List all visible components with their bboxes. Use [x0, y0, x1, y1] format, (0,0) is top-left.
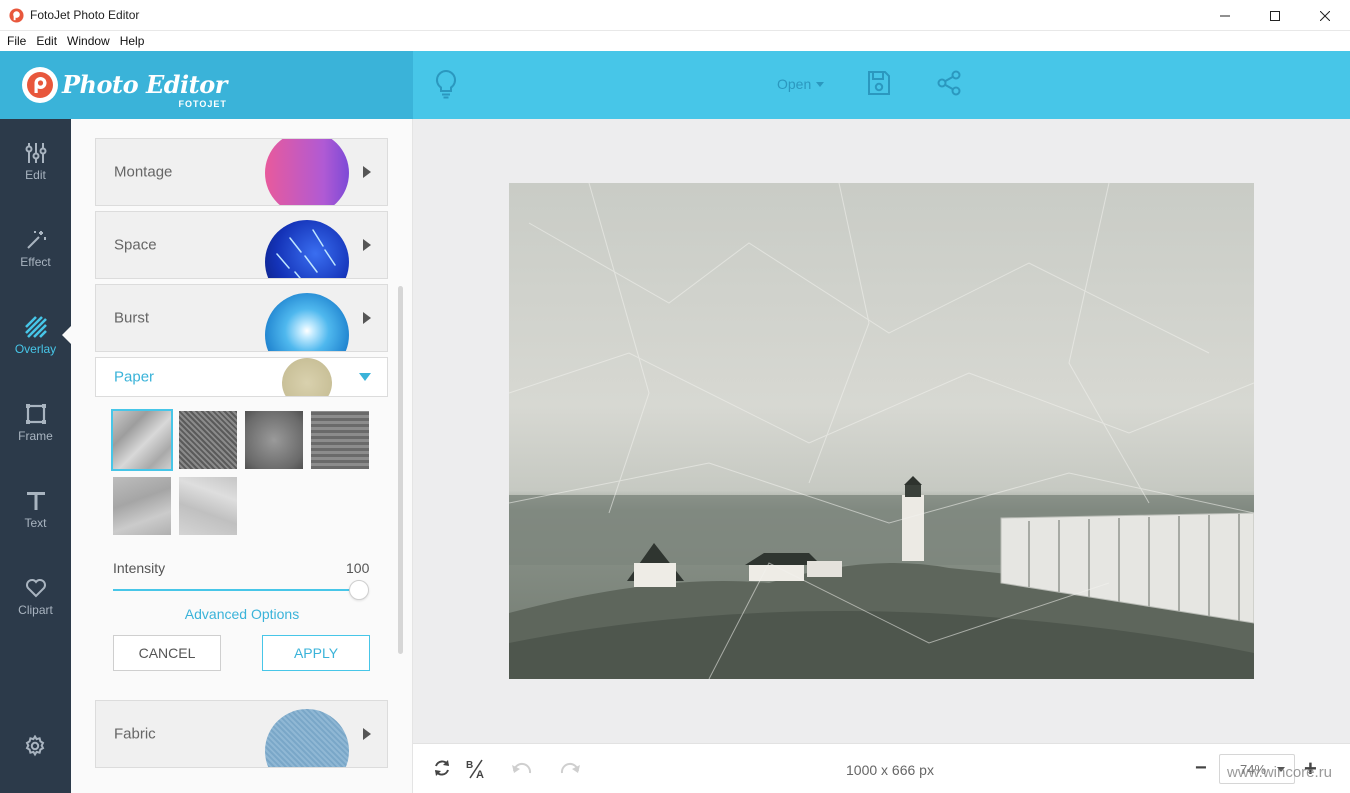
intensity-slider-fill	[113, 589, 361, 591]
zoom-out-button[interactable]: −	[1195, 757, 1207, 780]
watermark: www.wincore.ru	[1227, 764, 1333, 781]
save-icon[interactable]	[867, 70, 891, 96]
image-dimensions: 1000 x 666 px	[846, 762, 934, 778]
intensity-slider-handle[interactable]	[349, 580, 369, 600]
rail-item-clipart[interactable]: Clipart	[0, 562, 71, 632]
category-label: Space	[114, 236, 157, 254]
open-menu-button[interactable]: Open	[777, 76, 825, 92]
maximize-button[interactable]	[1250, 0, 1300, 31]
fabric-thumbnail	[265, 709, 349, 767]
rail-label-frame: Frame	[18, 429, 53, 443]
rail-label-effect: Effect	[20, 255, 51, 269]
app-icon	[9, 7, 24, 23]
compare-before-after-icon[interactable]: B A	[465, 758, 487, 780]
edited-photo[interactable]	[509, 183, 1254, 679]
paper-texture-5[interactable]	[113, 477, 171, 535]
category-montage[interactable]: Montage	[95, 138, 388, 206]
svg-text:B: B	[466, 760, 473, 771]
panel-scrollbar[interactable]	[398, 286, 403, 654]
menu-edit[interactable]: Edit	[31, 34, 62, 48]
apply-button[interactable]: APPLY	[262, 635, 370, 671]
advanced-options-link[interactable]: Advanced Options	[71, 606, 412, 622]
category-fabric[interactable]: Fabric	[95, 700, 388, 768]
status-bar: B A 1000 x 666 px − 74% + www.wincore.ru	[413, 743, 1350, 793]
rail-item-text[interactable]: Text	[0, 475, 71, 545]
rail-label-overlay: Overlay	[14, 342, 57, 356]
category-paper[interactable]: Paper	[95, 357, 388, 397]
close-button[interactable]	[1300, 0, 1350, 31]
intensity-slider-track[interactable]	[113, 589, 361, 591]
menu-bar: File Edit Window Help	[0, 31, 1350, 51]
logo-subtitle: FOTOJET	[178, 99, 227, 109]
lightbulb-icon[interactable]	[433, 69, 459, 99]
paper-texture-4[interactable]	[311, 411, 369, 469]
rail-item-frame[interactable]: Frame	[0, 388, 71, 458]
logo-title: Photo Editor	[62, 70, 227, 99]
maximize-icon	[1270, 10, 1280, 21]
paper-thumbnail	[282, 358, 332, 396]
menu-window[interactable]: Window	[62, 34, 115, 48]
burst-thumbnail	[265, 293, 349, 351]
chevron-down-icon	[816, 81, 825, 87]
canvas-workspace	[413, 119, 1350, 743]
space-thumbnail	[265, 220, 349, 278]
redo-icon[interactable]	[559, 761, 581, 777]
rail-label-text: Text	[24, 516, 47, 530]
collapse-arrow-icon	[359, 373, 371, 381]
paper-texture-2[interactable]	[179, 411, 237, 469]
menu-file[interactable]: File	[2, 34, 31, 48]
intensity-value: 100	[346, 560, 370, 576]
rail-item-overlay[interactable]: Overlay	[0, 301, 71, 371]
open-label: Open	[777, 76, 812, 92]
logo: Photo Editor FOTOJET	[0, 51, 413, 119]
paper-texture-6[interactable]	[179, 477, 237, 535]
sliders-icon	[25, 143, 46, 163]
rail-label-edit: Edit	[25, 168, 46, 182]
category-label: Fabric	[114, 725, 156, 743]
share-icon[interactable]	[936, 70, 962, 96]
cancel-button[interactable]: CANCEL	[113, 635, 221, 671]
paper-texture-3[interactable]	[245, 411, 303, 469]
rail-label-clipart: Clipart	[18, 603, 53, 617]
frame-icon	[25, 404, 46, 424]
montage-thumbnail	[265, 139, 349, 205]
minimize-button[interactable]	[1200, 0, 1250, 31]
rail-item-edit[interactable]: Edit	[0, 127, 71, 197]
category-burst[interactable]: Burst	[95, 284, 388, 352]
expand-arrow-icon	[363, 728, 371, 740]
tool-rail: Edit Effect Overlay Frame Text Clipart	[0, 119, 72, 793]
rail-item-effect[interactable]: Effect	[0, 214, 71, 284]
expand-arrow-icon	[363, 239, 371, 251]
expand-arrow-icon	[363, 312, 371, 324]
close-icon	[1320, 10, 1330, 21]
window-title: FotoJet Photo Editor	[30, 8, 140, 22]
gear-icon[interactable]	[24, 735, 46, 757]
category-label: Burst	[114, 309, 150, 327]
minimize-icon	[1220, 15, 1230, 16]
category-label: Montage	[114, 163, 173, 181]
paper-texture-1[interactable]	[111, 409, 173, 471]
text-icon	[26, 492, 45, 510]
undo-icon[interactable]	[511, 761, 533, 777]
app-header: Photo Editor FOTOJET Open	[0, 51, 1350, 119]
intensity-label: Intensity	[113, 560, 166, 576]
heart-icon	[25, 579, 46, 598]
overlay-panel: Montage Space Burst Paper Intensity 100	[71, 119, 413, 793]
rotate-icon[interactable]	[432, 758, 452, 778]
logo-icon	[22, 67, 58, 103]
menu-help[interactable]: Help	[115, 34, 150, 48]
expand-arrow-icon	[363, 166, 371, 178]
svg-text:A: A	[476, 769, 484, 780]
window-title-bar: FotoJet Photo Editor	[0, 0, 1350, 31]
category-space[interactable]: Space	[95, 211, 388, 279]
overlay-stripes-icon	[24, 316, 47, 338]
magic-wand-icon	[26, 231, 46, 249]
category-label: Paper	[114, 368, 155, 386]
